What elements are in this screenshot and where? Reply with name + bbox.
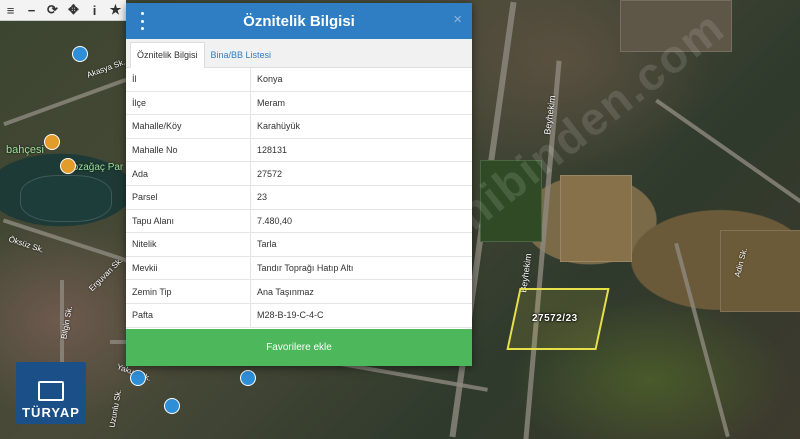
dialog-header: Öznitelik Bilgisi × bbox=[126, 3, 472, 39]
road bbox=[655, 98, 800, 206]
park-pin-icon[interactable] bbox=[44, 134, 60, 150]
close-icon[interactable]: × bbox=[453, 11, 462, 28]
shop-pin-icon[interactable] bbox=[240, 370, 256, 386]
shop-pin-icon[interactable] bbox=[164, 398, 180, 414]
map-label: Uzunlu Sk. bbox=[107, 388, 124, 429]
attr-value: Meram bbox=[250, 91, 472, 116]
table-row: Tapu Alanı 7.480,40 bbox=[126, 209, 472, 234]
parcel-label: 27572/23 bbox=[532, 313, 578, 324]
attribute-table: İl Konya İlçe Meram Mahalle/Köy Karahüyük M… bbox=[126, 68, 472, 328]
attr-key: Parsel bbox=[126, 185, 251, 210]
attr-value: Karahüyük bbox=[250, 114, 472, 139]
table-row: Parsel 23 bbox=[126, 185, 472, 210]
table-row: Pafta M28-B-19-C-4-C bbox=[126, 303, 472, 328]
kebab-menu-icon[interactable] bbox=[136, 12, 148, 30]
table-row: Mahalle/Köy Karahüyük bbox=[126, 114, 472, 139]
attr-value: Tarla bbox=[250, 232, 472, 257]
shop-pin-icon[interactable] bbox=[72, 46, 88, 62]
menu-icon[interactable]: ≡ bbox=[0, 0, 21, 20]
shop-pin-icon[interactable] bbox=[130, 370, 146, 386]
table-row: İl Konya bbox=[126, 68, 472, 92]
map-label: Erguvan Sk. bbox=[87, 255, 125, 294]
attr-value: Konya bbox=[250, 68, 472, 92]
attr-key: Pafta bbox=[126, 303, 251, 328]
field bbox=[560, 175, 632, 262]
field bbox=[720, 230, 800, 312]
attr-key: Mevkii bbox=[126, 256, 251, 281]
info-icon[interactable]: i bbox=[84, 0, 105, 20]
attr-value: 27572 bbox=[250, 161, 472, 186]
logo-text: TÜRYAP bbox=[22, 405, 80, 420]
tab-building-list[interactable]: Bina/BB Listesi bbox=[205, 43, 278, 67]
park-pin-icon[interactable] bbox=[60, 158, 76, 174]
attr-value: Ana Taşınmaz bbox=[250, 279, 472, 304]
table-row: Zemin Tip Ana Taşınmaz bbox=[126, 279, 472, 304]
attr-key: Mahalle/Köy bbox=[126, 114, 251, 139]
attr-value: Tandır Toprağı Hatıp Altı bbox=[250, 256, 472, 281]
turyap-logo: TÜRYAP bbox=[16, 362, 86, 424]
pond bbox=[20, 175, 112, 222]
dialog-tabs: Öznitelik Bilgisi Bina/BB Listesi bbox=[126, 39, 472, 68]
table-row: İlçe Meram bbox=[126, 91, 472, 116]
attr-key: İlçe bbox=[126, 91, 251, 116]
refresh-icon[interactable]: ⟳ bbox=[42, 0, 63, 20]
map-label: bahçesi bbox=[6, 144, 44, 156]
zoom-out-icon[interactable]: − bbox=[21, 0, 42, 20]
road bbox=[3, 77, 127, 127]
attr-key: İl bbox=[126, 68, 251, 92]
table-row: Mevkii Tandır Toprağı Hatıp Altı bbox=[126, 256, 472, 281]
table-row: Mahalle No 128131 bbox=[126, 138, 472, 163]
map-label: Öksüz Sk. bbox=[7, 234, 45, 255]
attr-key: Tapu Alanı bbox=[126, 209, 251, 234]
dialog-title: Öznitelik Bilgisi bbox=[243, 12, 355, 30]
table-row: Ada 27572 bbox=[126, 161, 472, 186]
add-favorite-button[interactable]: Favorilere ekle bbox=[126, 329, 472, 366]
attribute-dialog: Öznitelik Bilgisi × Öznitelik Bilgisi Bi… bbox=[126, 3, 472, 366]
tab-attributes[interactable]: Öznitelik Bilgisi bbox=[130, 42, 205, 68]
attr-value: M28-B-19-C-4-C bbox=[250, 303, 472, 328]
attr-value: 7.480,40 bbox=[250, 209, 472, 234]
logo-mark-icon bbox=[38, 381, 64, 401]
star-icon[interactable]: ★ bbox=[105, 0, 126, 20]
attr-key: Ada bbox=[126, 161, 251, 186]
map-toolbar: ≡ − ⟳ ✥ i ★ bbox=[0, 0, 126, 21]
attr-key: Zemin Tip bbox=[126, 279, 251, 304]
attr-value: 23 bbox=[250, 185, 472, 210]
attr-value: 128131 bbox=[250, 138, 472, 163]
table-row: Nitelik Tarla bbox=[126, 232, 472, 257]
crosshair-icon[interactable]: ✥ bbox=[63, 0, 84, 20]
attr-key: Mahalle No bbox=[126, 138, 251, 163]
map-label: Akasya Sk. bbox=[85, 57, 127, 80]
attr-key: Nitelik bbox=[126, 232, 251, 257]
